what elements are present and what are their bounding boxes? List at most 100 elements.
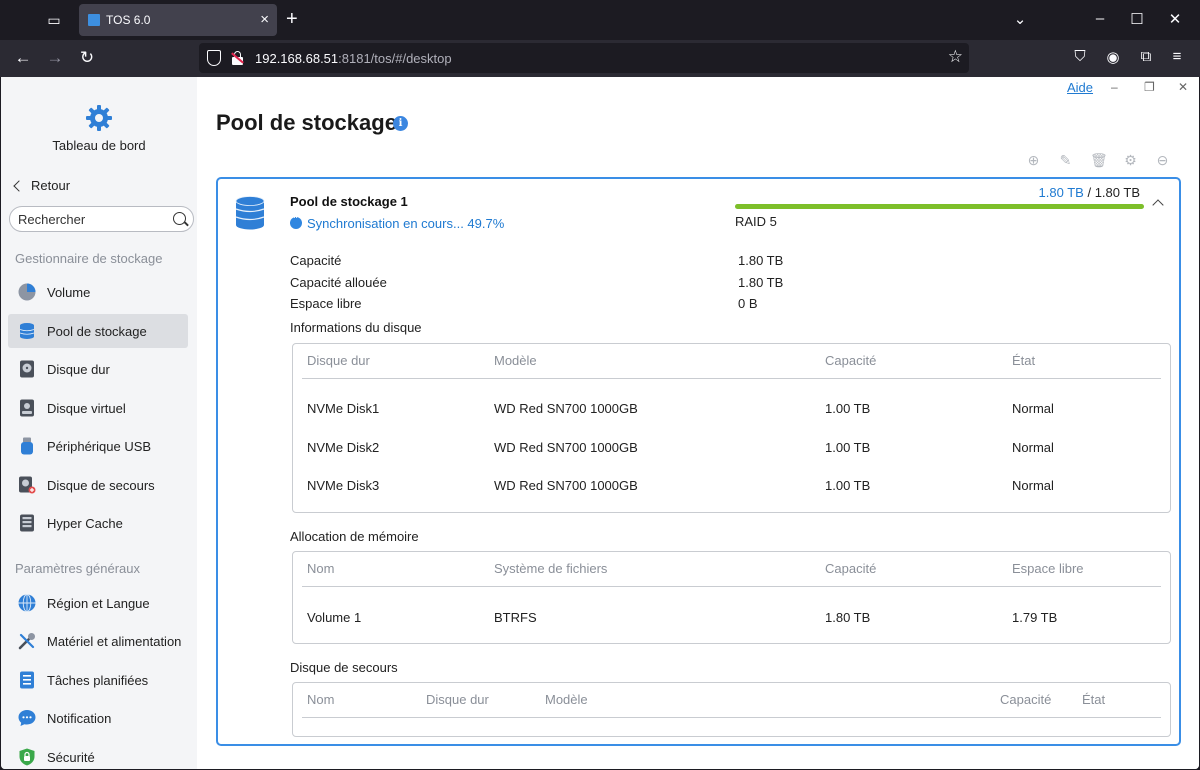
sidebar-item-label: Notification xyxy=(47,711,112,726)
sidebar-item-storage-pool[interactable]: Pool de stockage xyxy=(8,314,188,348)
back-arrow-icon[interactable]: ← xyxy=(12,48,34,68)
database-icon xyxy=(235,196,265,230)
app-restore-icon[interactable]: ❐ xyxy=(1144,80,1155,94)
cell-disk: NVMe Disk2 xyxy=(307,440,380,455)
sidebar-item-virtual-disk[interactable]: Disque virtuel xyxy=(8,391,188,425)
browser-tab[interactable]: TOS 6.0 × xyxy=(79,4,277,36)
table-header: Système de fichiers xyxy=(494,561,608,576)
address-bar[interactable]: 192.168.68.51:8181/tos/#/desktop ☆ xyxy=(199,43,969,73)
add-circle-icon[interactable]: ⊕ xyxy=(1026,153,1041,168)
chevron-left-icon xyxy=(13,180,25,192)
storage-pool-card[interactable]: Pool de stockage 1 Synchronisation en co… xyxy=(216,177,1181,746)
used-capacity: 1.80 TB xyxy=(1038,185,1084,200)
tab-overflow-chevron-icon[interactable]: ⌄ xyxy=(1010,10,1030,28)
remove-circle-icon[interactable]: ⊖ xyxy=(1155,153,1170,168)
sidebar-item-scheduled-tasks[interactable]: Tâches planifiées xyxy=(8,663,188,697)
capacity-progress-bar xyxy=(735,204,1144,209)
reload-icon[interactable]: ↻ xyxy=(76,48,98,68)
cell-capacity: 1.00 TB xyxy=(825,478,871,493)
sidebar-item-spare-disk[interactable]: Disque de secours xyxy=(8,468,188,502)
table-header: Disque dur xyxy=(307,353,370,368)
insecure-lock-icon[interactable] xyxy=(231,51,244,65)
page-title: Pool de stockage xyxy=(216,110,397,135)
sidebar-item-security[interactable]: Sécurité xyxy=(8,740,188,769)
pool-capacity-text: 1.80 TB / 1.80 TB xyxy=(1039,185,1140,200)
chevron-up-icon[interactable] xyxy=(1152,199,1164,211)
extensions-icon[interactable]: ⧉ xyxy=(1135,48,1157,65)
window-close-icon[interactable]: ✕ xyxy=(1165,10,1185,28)
info-icon[interactable]: i xyxy=(393,116,408,131)
cell-name: Volume 1 xyxy=(307,610,362,625)
allocated-label: Capacité allouée xyxy=(290,275,387,290)
maximize-icon[interactable]: ☐ xyxy=(1127,10,1147,28)
table-header: Espace libre xyxy=(1012,561,1084,576)
menu-icon[interactable]: ≡ xyxy=(1166,48,1188,65)
capacity-separator: / xyxy=(1087,185,1092,200)
sidebar-item-volume[interactable]: Volume xyxy=(8,275,188,309)
search-icon[interactable] xyxy=(173,212,186,225)
cell-filesystem: BTRFS xyxy=(494,610,537,625)
disk-info-title: Informations du disque xyxy=(290,320,422,335)
tos-app-window: Tableau de bord Retour Rechercher Gestio… xyxy=(1,77,1199,769)
sidebar-item-label: Volume xyxy=(47,285,91,300)
tracking-shield-icon[interactable] xyxy=(207,50,221,66)
cell-status: Normal xyxy=(1012,478,1054,493)
cell-capacity: 1.00 TB xyxy=(825,401,871,416)
edit-icon[interactable]: ✎ xyxy=(1058,153,1073,168)
sidebar-item-usb[interactable]: Périphérique USB xyxy=(8,429,188,463)
tab-list-icon[interactable]: ▭ xyxy=(44,10,64,30)
sidebar-item-notification[interactable]: Notification xyxy=(8,701,188,735)
sidebar-item-label: Périphérique USB xyxy=(47,439,152,454)
cell-status: Normal xyxy=(1012,401,1054,416)
table-header: Nom xyxy=(307,692,335,707)
sidebar-item-region-language[interactable]: Région et Langue xyxy=(8,586,188,620)
cell-disk: NVMe Disk1 xyxy=(307,401,380,416)
gear-icon[interactable] xyxy=(85,104,113,132)
sidebar-item-hard-disk[interactable]: Disque dur xyxy=(8,352,188,386)
search-placeholder: Rechercher xyxy=(18,212,86,227)
app-close-icon[interactable]: ✕ xyxy=(1178,80,1188,94)
sidebar-item-label: Matériel et alimentation xyxy=(47,634,182,649)
free-space-label: Espace libre xyxy=(290,296,362,311)
app-minimize-icon[interactable]: – xyxy=(1111,80,1118,94)
dashboard-label[interactable]: Tableau de bord xyxy=(1,138,197,153)
table-header: Disque dur xyxy=(426,692,489,707)
back-button[interactable]: Retour xyxy=(13,178,70,193)
virtual-disk-icon xyxy=(20,399,34,417)
url-text[interactable]: 192.168.68.51:8181/tos/#/desktop xyxy=(255,51,452,66)
table-header: Capacité xyxy=(825,561,877,576)
account-icon[interactable]: ◉ xyxy=(1102,48,1124,66)
help-link[interactable]: Aide xyxy=(1067,80,1093,95)
pocket-icon[interactable]: ⛉ xyxy=(1069,48,1091,65)
sidebar-item-label: Disque virtuel xyxy=(47,401,126,416)
cache-icon xyxy=(20,514,34,532)
header-divider xyxy=(302,378,1161,379)
tools-icon xyxy=(18,633,35,650)
database-icon xyxy=(19,323,35,339)
section-storage-title: Gestionnaire de stockage xyxy=(15,251,163,266)
minimize-icon[interactable]: – xyxy=(1090,10,1110,27)
url-host: 192.168.68.51 xyxy=(255,51,339,66)
new-tab-icon[interactable]: + xyxy=(286,8,298,31)
table-header: Modèle xyxy=(494,353,537,368)
bookmark-star-icon[interactable]: ☆ xyxy=(948,47,963,67)
forward-arrow-icon[interactable]: → xyxy=(44,48,66,68)
hard-disk-icon xyxy=(20,360,34,378)
raid-level: RAID 5 xyxy=(735,214,777,229)
browser-navbar: ← → ↻ 192.168.68.51:8181/tos/#/desktop ☆… xyxy=(0,40,1200,77)
allocated-value: 1.80 TB xyxy=(738,275,784,290)
cell-model: WD Red SN700 1000GB xyxy=(494,440,638,455)
table-header: Nom xyxy=(307,561,335,576)
shield-lock-icon xyxy=(19,748,35,766)
header-divider xyxy=(302,586,1161,587)
sidebar-item-hardware-power[interactable]: Matériel et alimentation xyxy=(8,624,188,658)
disk-info-table: Disque dur Modèle Capacité État NVMe Dis… xyxy=(292,343,1171,513)
trash-icon[interactable]: 🗑 xyxy=(1090,153,1108,168)
back-label: Retour xyxy=(31,178,71,193)
search-input[interactable]: Rechercher xyxy=(9,206,194,232)
sidebar-item-hyper-cache[interactable]: Hyper Cache xyxy=(8,506,188,540)
settings-gear-icon[interactable]: ⚙ xyxy=(1123,153,1138,168)
table-header: Capacité xyxy=(825,353,877,368)
tab-close-icon[interactable]: × xyxy=(260,11,269,28)
spare-disk-icon xyxy=(19,476,36,494)
